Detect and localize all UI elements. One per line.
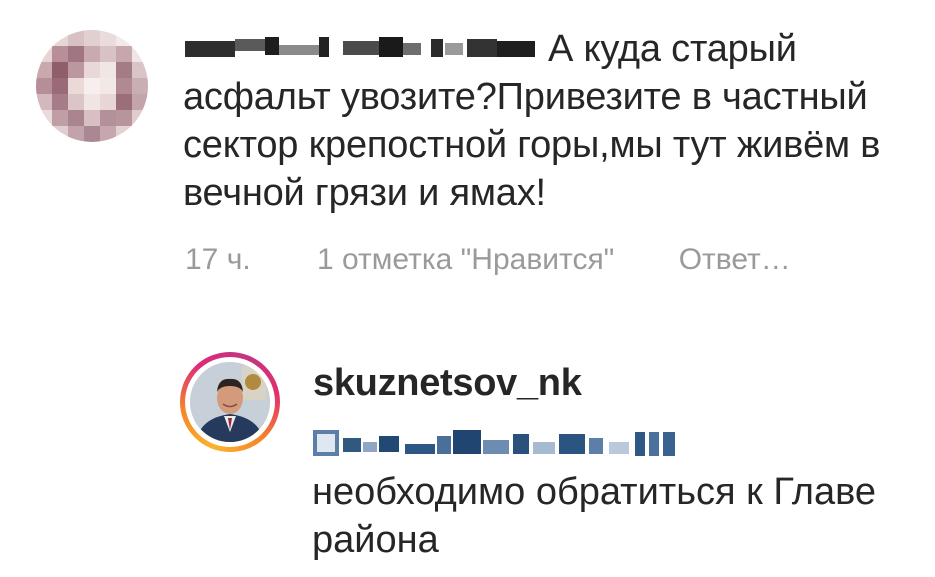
avatar-pixel	[68, 30, 84, 46]
profile-photo-icon	[190, 362, 270, 442]
avatar-pixel	[68, 78, 84, 94]
comment: А куда старый асфальт увозите?Привезите …	[0, 0, 935, 300]
avatar-pixel	[84, 110, 100, 126]
avatar-pixel	[68, 126, 84, 142]
avatar-pixel	[116, 78, 132, 94]
avatar-pixel	[36, 78, 52, 94]
avatar-pixel	[36, 62, 52, 78]
avatar-pixel	[100, 30, 116, 46]
avatar-pixel	[132, 110, 148, 126]
avatar-pixel	[100, 110, 116, 126]
blurred-mention[interactable]	[313, 422, 688, 460]
avatar-pixel	[36, 30, 52, 46]
comment-meta: 17 ч. 1 отметка "Нравится" Ответ…	[185, 243, 791, 277]
avatar-pixel	[36, 94, 52, 110]
avatar-pixel	[116, 62, 132, 78]
reply-avatar-story-ring[interactable]	[180, 352, 280, 452]
avatar-pixel	[132, 78, 148, 94]
blurred-username[interactable]	[183, 27, 538, 67]
avatar-pixel	[100, 94, 116, 110]
avatar-pixel	[84, 46, 100, 62]
avatar-pixel	[132, 126, 148, 142]
avatar-pixel	[52, 94, 68, 110]
avatar-pixel	[84, 62, 100, 78]
avatar-pixel	[100, 46, 116, 62]
reply-comment: skuznetsov_nk необходимо обратиться к Гл…	[0, 340, 935, 577]
avatar-pixel	[100, 78, 116, 94]
avatar-pixel	[36, 126, 52, 142]
avatar-pixel	[132, 94, 148, 110]
avatar-pixel	[100, 126, 116, 142]
avatar-pixel	[52, 62, 68, 78]
reply-button[interactable]: Ответ…	[679, 243, 791, 277]
avatar-pixel	[36, 46, 52, 62]
avatar-pixel	[68, 110, 84, 126]
avatar-pixel	[52, 30, 68, 46]
avatar-pixel	[84, 94, 100, 110]
commenter-avatar[interactable]	[36, 30, 148, 142]
avatar-pixel	[132, 62, 148, 78]
avatar-pixel	[68, 46, 84, 62]
avatar-pixel	[132, 30, 148, 46]
avatar-pixel	[52, 78, 68, 94]
avatar-pixel	[116, 110, 132, 126]
avatar-pixel	[36, 110, 52, 126]
avatar-pixel	[84, 78, 100, 94]
avatar-pixel	[116, 46, 132, 62]
avatar-pixel	[52, 126, 68, 142]
reply-text: необходимо обратиться к Главе района	[312, 471, 876, 561]
comment-body: А куда старый асфальт увозите?Привезите …	[183, 25, 923, 217]
avatar-pixel	[84, 30, 100, 46]
reply-avatar	[190, 362, 270, 442]
avatar-pixel	[132, 46, 148, 62]
avatar-pixel	[84, 126, 100, 142]
avatar-pixel	[100, 62, 116, 78]
avatar-pixel	[52, 110, 68, 126]
avatar-pixel	[68, 62, 84, 78]
likes-count-link[interactable]: 1 отметка "Нравится"	[317, 243, 614, 277]
avatar-pixel	[52, 46, 68, 62]
avatar-pixel	[116, 30, 132, 46]
avatar-pixel	[116, 126, 132, 142]
reply-username[interactable]: skuznetsov_nk	[313, 362, 582, 405]
avatar-pixel	[68, 94, 84, 110]
comment-timestamp: 17 ч.	[185, 243, 251, 276]
avatar-pixel	[116, 94, 132, 110]
